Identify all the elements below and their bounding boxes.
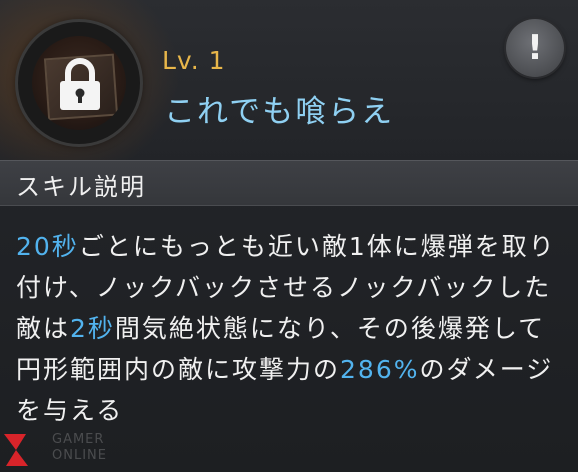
- description-segment-stun-duration: 2秒: [70, 314, 115, 343]
- skill-level: Lv. 1: [162, 46, 226, 75]
- watermark-logo-icon: [4, 434, 28, 466]
- description-segment-cooldown: 20秒: [16, 232, 79, 261]
- skill-tooltip-panel: Lv. 1 これでも喰らえ ! スキル説明 20秒ごとにもっとも近い敵1体に爆弾…: [0, 0, 578, 472]
- skill-name: これでも喰らえ: [164, 94, 395, 130]
- watermark-line-2: ONLINE: [52, 448, 107, 463]
- skill-icon-frame[interactable]: [18, 22, 140, 144]
- section-header: スキル説明: [0, 160, 578, 206]
- watermark: GAMER ONLINE: [0, 428, 130, 472]
- info-button[interactable]: !: [506, 19, 564, 77]
- lock-icon: [60, 58, 100, 110]
- watermark-line-1: GAMER: [52, 432, 105, 447]
- skill-description: 20秒ごとにもっとも近い敵1体に爆弾を取り付け、ノックバックさせるノックバックし…: [16, 226, 566, 431]
- description-segment-damage-percent: 286%: [340, 355, 420, 384]
- section-title: スキル説明: [16, 173, 146, 201]
- skill-icon: [32, 36, 126, 130]
- watermark-text: GAMER ONLINE: [52, 432, 107, 464]
